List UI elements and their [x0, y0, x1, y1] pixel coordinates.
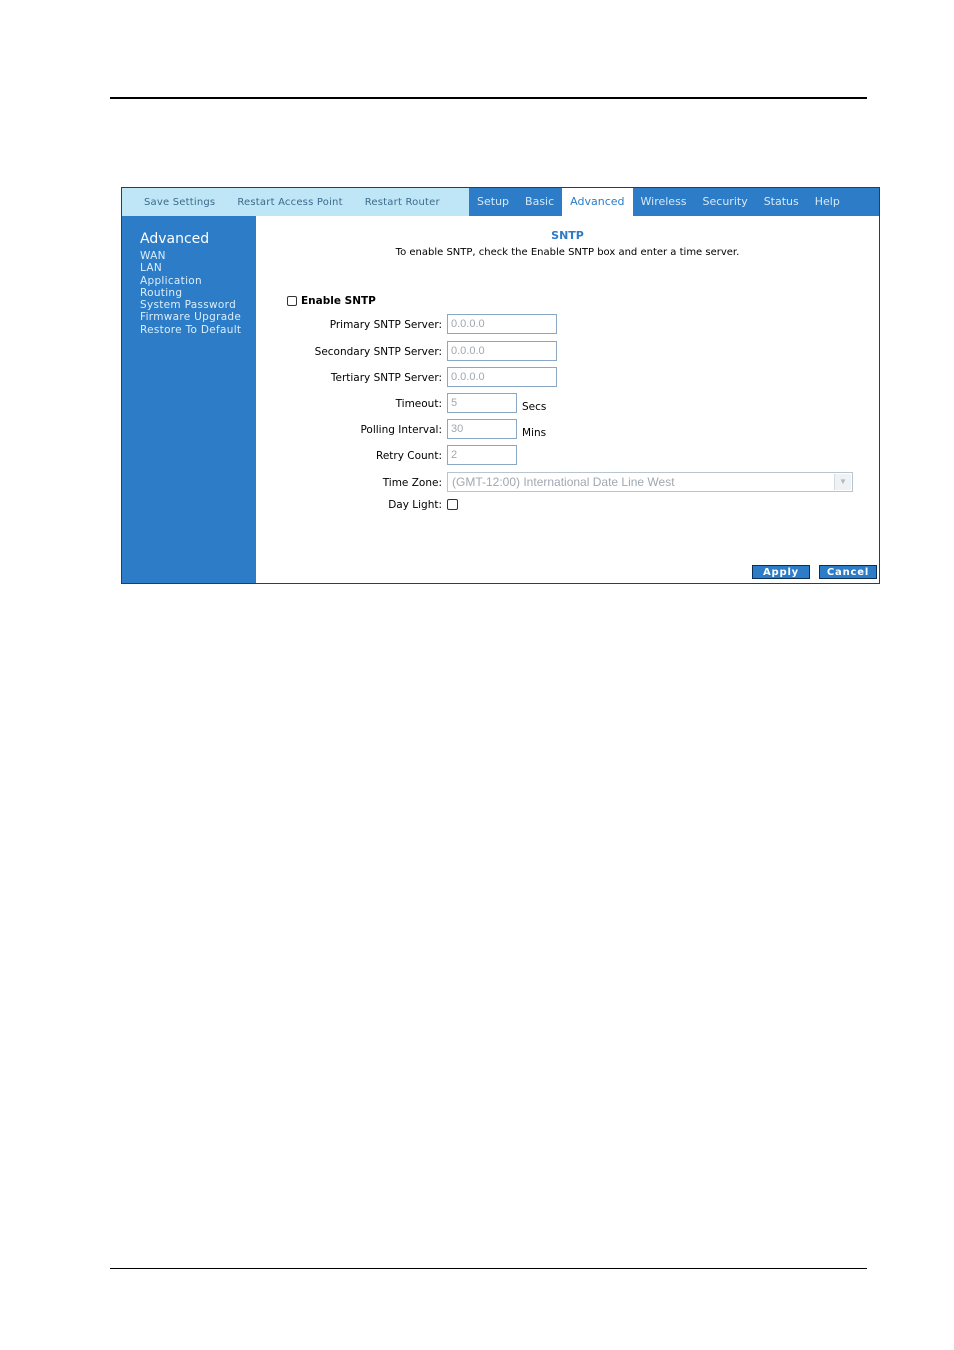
- tab-security[interactable]: Security: [695, 188, 756, 216]
- tab-basic[interactable]: Basic: [517, 188, 562, 216]
- enable-sntp-label: Enable SNTP: [301, 295, 376, 307]
- retry-count-input[interactable]: 2: [447, 445, 517, 465]
- secondary-server-input[interactable]: 0.0.0.0: [447, 341, 557, 361]
- tertiary-server-label: Tertiary SNTP Server:: [330, 372, 442, 384]
- cancel-button[interactable]: Cancel: [819, 565, 877, 579]
- retry-count-label: Retry Count:: [376, 450, 442, 462]
- apply-button[interactable]: Apply: [752, 565, 810, 579]
- chevron-down-icon[interactable]: ▼: [834, 474, 851, 490]
- sidebar-item-lan[interactable]: LAN: [140, 262, 241, 274]
- timeout-label: Timeout:: [395, 398, 442, 410]
- daylight-checkbox[interactable]: [447, 499, 458, 510]
- timeout-input[interactable]: 5: [447, 393, 517, 413]
- page-header-rule: [110, 97, 867, 99]
- sidebar-item-firmware-upgrade[interactable]: Firmware Upgrade: [140, 311, 241, 323]
- primary-server-label: Primary SNTP Server:: [329, 319, 442, 331]
- page-footer-rule: [110, 1268, 867, 1269]
- daylight-label: Day Light:: [388, 499, 442, 511]
- tab-advanced[interactable]: Advanced: [562, 188, 633, 216]
- sidebar-item-system-password[interactable]: System Password: [140, 299, 241, 311]
- sidebar-menu: WAN LAN Application Routing System Passw…: [140, 250, 241, 336]
- restart-router-link[interactable]: Restart Router: [365, 197, 440, 208]
- tab-wireless[interactable]: Wireless: [633, 188, 695, 216]
- save-settings-link[interactable]: Save Settings: [144, 197, 215, 208]
- time-zone-select[interactable]: (GMT-12:00) International Date Line West…: [447, 472, 853, 492]
- secondary-server-label: Secondary SNTP Server:: [314, 346, 442, 358]
- sidebar-item-restore-default[interactable]: Restore To Default: [140, 324, 241, 336]
- sidebar-item-routing[interactable]: Routing: [140, 287, 241, 299]
- time-zone-value: (GMT-12:00) International Date Line West: [452, 475, 675, 489]
- top-navigation: Save Settings Restart Access Point Resta…: [122, 188, 879, 216]
- main-tabs: Setup Basic Advanced Wireless Security S…: [469, 188, 879, 216]
- tab-status[interactable]: Status: [756, 188, 807, 216]
- polling-interval-unit: Mins: [522, 427, 547, 439]
- time-zone-label: Time Zone:: [382, 477, 442, 489]
- page-title: SNTP: [551, 229, 584, 242]
- timeout-unit: Secs: [522, 401, 547, 413]
- router-admin-screenshot: Save Settings Restart Access Point Resta…: [121, 187, 880, 584]
- tab-setup[interactable]: Setup: [469, 188, 517, 216]
- polling-interval-input[interactable]: 30: [447, 419, 517, 439]
- primary-server-input[interactable]: 0.0.0.0: [447, 314, 557, 334]
- polling-interval-label: Polling Interval:: [360, 424, 442, 436]
- sidebar-item-application[interactable]: Application: [140, 275, 241, 287]
- tab-help[interactable]: Help: [807, 188, 848, 216]
- enable-sntp-row: Enable SNTP: [287, 295, 376, 307]
- restart-access-point-link[interactable]: Restart Access Point: [237, 197, 342, 208]
- tertiary-server-input[interactable]: 0.0.0.0: [447, 367, 557, 387]
- sidebar-title: Advanced: [140, 231, 210, 247]
- main-content: SNTP To enable SNTP, check the Enable SN…: [256, 216, 879, 583]
- sidebar-item-wan[interactable]: WAN: [140, 250, 241, 262]
- utility-links: Save Settings Restart Access Point Resta…: [122, 188, 469, 216]
- enable-sntp-checkbox[interactable]: [287, 296, 297, 306]
- sidebar: Advanced WAN LAN Application Routing Sys…: [122, 216, 256, 583]
- page-description: To enable SNTP, check the Enable SNTP bo…: [395, 247, 740, 258]
